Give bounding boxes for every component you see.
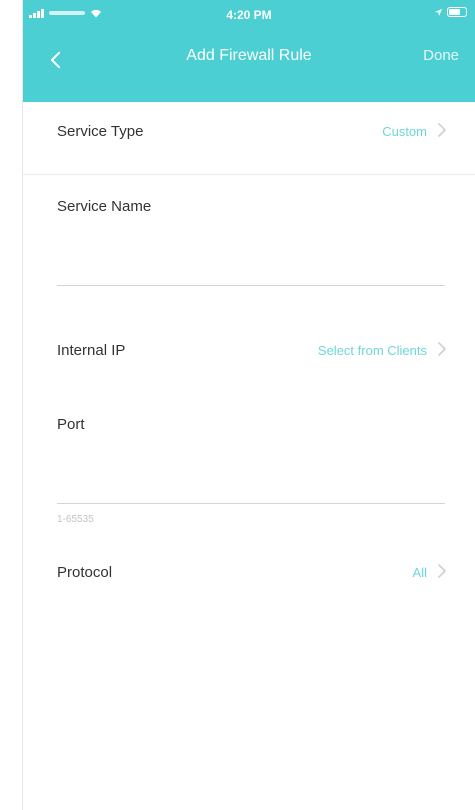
service-name-underline (57, 285, 445, 286)
service-type-row[interactable]: Service Type Custom (23, 102, 475, 168)
protocol-value: All (412, 565, 427, 580)
battery-icon (447, 7, 467, 17)
service-type-value: Custom (382, 124, 427, 139)
service-name-input[interactable] (57, 242, 445, 278)
service-type-label: Service Type (57, 123, 144, 140)
chevron-right-icon (438, 342, 446, 356)
chevron-right-icon (438, 123, 446, 137)
nav-bar: Add Firewall Rule Done (23, 30, 475, 90)
status-time: 4:20 PM (226, 8, 272, 22)
chevron-left-icon (50, 51, 60, 69)
status-bar: 4:20 PM (23, 0, 475, 30)
chevron-right-icon (438, 564, 446, 578)
port-label: Port (57, 416, 85, 433)
back-button[interactable] (37, 42, 73, 78)
protocol-label: Protocol (57, 564, 113, 581)
status-right (434, 7, 467, 17)
internal-ip-label: Internal IP (57, 342, 126, 359)
done-button[interactable]: Done (423, 47, 459, 64)
port-input[interactable] (57, 460, 445, 496)
divider (23, 174, 475, 175)
phone-screen: 4:20 PM Add Firewall Rule Done Service T… (22, 0, 475, 810)
page-title: Add Firewall Rule (186, 47, 312, 64)
header: 4:20 PM Add Firewall Rule Done (23, 0, 475, 102)
select-from-clients-link[interactable]: Select from Clients (318, 343, 427, 358)
location-icon (434, 8, 443, 16)
internal-ip-row[interactable]: Internal IP Select from Clients (23, 324, 475, 376)
service-name-label: Service Name (57, 198, 152, 215)
protocol-row[interactable]: Protocol All (23, 546, 475, 598)
port-underline (57, 503, 445, 504)
port-range-hint: 1-65535 (57, 514, 94, 525)
